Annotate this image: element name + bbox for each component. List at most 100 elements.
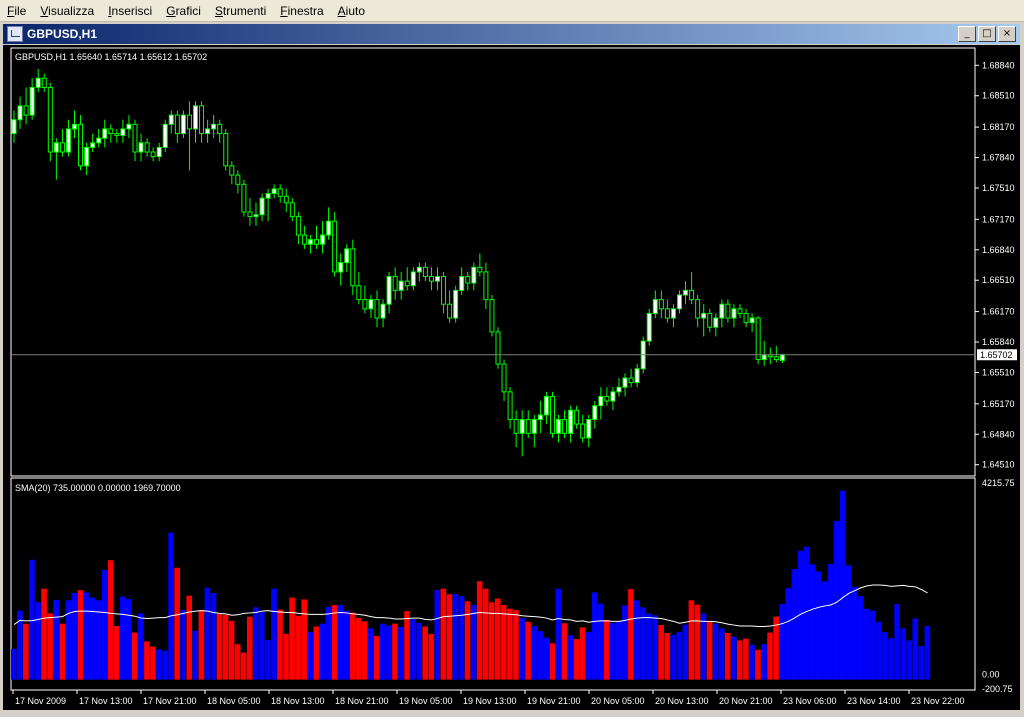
candle xyxy=(138,133,144,162)
time-tick-label: 17 Nov 13:00 xyxy=(79,696,133,706)
volume-bar xyxy=(325,606,332,680)
price-tick-label: 1.66170 xyxy=(982,307,1015,317)
menu-visualizza[interactable]: Visualizza xyxy=(33,4,101,18)
candle xyxy=(568,405,574,443)
candle xyxy=(53,138,59,180)
candle-body xyxy=(265,193,271,199)
candle xyxy=(634,364,640,388)
candle xyxy=(489,294,495,337)
menu-inserisci[interactable]: Inserisci xyxy=(101,4,159,18)
candle xyxy=(235,170,241,194)
candle xyxy=(471,262,477,291)
price-tick-label: 1.65170 xyxy=(982,399,1015,409)
candle xyxy=(96,128,102,148)
candle-body xyxy=(120,128,126,136)
menu-grafici[interactable]: Grafici xyxy=(159,4,208,18)
volume-bar xyxy=(519,618,525,680)
candle-body xyxy=(719,303,725,319)
candle-body xyxy=(295,216,301,236)
volume-bar xyxy=(815,571,822,680)
price-axis: 1.68840 1.68510 1.68170 1.67840 1.67510 1.671… xyxy=(975,60,1015,470)
volume-bar xyxy=(265,639,271,680)
volume-tick-label: 4215.75 xyxy=(982,478,1015,488)
volume-bar xyxy=(458,596,465,680)
candle xyxy=(513,410,519,448)
time-tick-label: 20 Nov 21:00 xyxy=(719,696,773,706)
candle xyxy=(362,285,368,314)
candle xyxy=(459,267,465,295)
candle-body xyxy=(374,299,380,319)
candle xyxy=(307,235,313,254)
candle xyxy=(229,161,235,185)
candle-body xyxy=(586,419,592,439)
volume-bar xyxy=(616,621,622,680)
volume-bar xyxy=(410,619,416,680)
chart-area[interactable]: GBPUSD,H1 1.65640 1.65714 1.65612 1.6570… xyxy=(3,45,1020,710)
candle-body xyxy=(683,289,689,296)
price-tick-label: 1.68510 xyxy=(982,91,1015,101)
maximize-button[interactable]: □ xyxy=(978,26,996,42)
volume-bar xyxy=(289,597,295,680)
price-tick-label: 1.64840 xyxy=(982,429,1015,439)
candle-body xyxy=(398,280,404,291)
candle xyxy=(465,271,471,291)
volume-tick-label: -200.75 xyxy=(982,684,1013,694)
volume-bar xyxy=(682,624,689,680)
candle xyxy=(531,414,537,448)
candle-body xyxy=(217,123,223,135)
candle-body xyxy=(664,308,670,319)
volume-bar xyxy=(476,581,483,680)
menu-strumenti[interactable]: Strumenti xyxy=(208,4,273,18)
volume-bar xyxy=(89,597,96,680)
menu-finestra[interactable]: Finestra xyxy=(273,4,330,18)
volume-bar xyxy=(59,623,65,680)
candle-body xyxy=(495,331,501,365)
volume-bar xyxy=(513,610,519,680)
volume-bar xyxy=(367,628,374,680)
close-button[interactable]: × xyxy=(998,26,1016,42)
volume-bar xyxy=(712,623,719,680)
volume-bar xyxy=(482,588,489,680)
volume-bar xyxy=(186,595,193,680)
volume-bar xyxy=(35,602,41,680)
volume-bar xyxy=(603,619,610,680)
volume-bar xyxy=(573,639,580,680)
minimize-button[interactable]: _ xyxy=(958,26,976,42)
candle-body xyxy=(320,234,326,245)
time-tick-label: 18 Nov 13:00 xyxy=(271,696,325,706)
volume-bar xyxy=(495,598,501,680)
candle xyxy=(332,211,338,277)
menu-file[interactable]: File xyxy=(0,4,33,18)
candle-body xyxy=(453,289,459,319)
candle-body xyxy=(174,114,180,135)
candle-body xyxy=(205,128,211,135)
volume-bar xyxy=(222,614,229,680)
candle-body xyxy=(72,123,77,130)
volume-bar xyxy=(331,605,338,680)
candle xyxy=(622,373,628,397)
candle xyxy=(683,281,689,305)
volume-bar xyxy=(29,559,35,680)
candle-body xyxy=(253,214,259,218)
menu-aiuto[interactable]: Aiuto xyxy=(331,4,372,18)
candle xyxy=(453,285,459,323)
candle xyxy=(737,304,743,319)
candle xyxy=(416,262,422,282)
candle xyxy=(743,308,749,328)
candle-body xyxy=(380,303,386,319)
candle-body xyxy=(435,276,440,282)
candle xyxy=(65,119,71,157)
volume-bar xyxy=(839,490,846,680)
volume-bar xyxy=(755,649,761,680)
volume-bar xyxy=(283,633,289,680)
candle-body xyxy=(610,391,616,402)
candle-body xyxy=(344,248,350,264)
candle xyxy=(519,410,525,457)
candle xyxy=(695,294,701,328)
candle xyxy=(35,68,41,93)
candle xyxy=(628,368,634,388)
candle-body xyxy=(247,211,253,218)
candle xyxy=(144,138,150,157)
chart-window-titlebar[interactable]: GBPUSD,H1 _ □ × xyxy=(3,24,1020,44)
chart-canvas[interactable]: GBPUSD,H1 1.65640 1.65714 1.65612 1.6570… xyxy=(3,45,1020,710)
